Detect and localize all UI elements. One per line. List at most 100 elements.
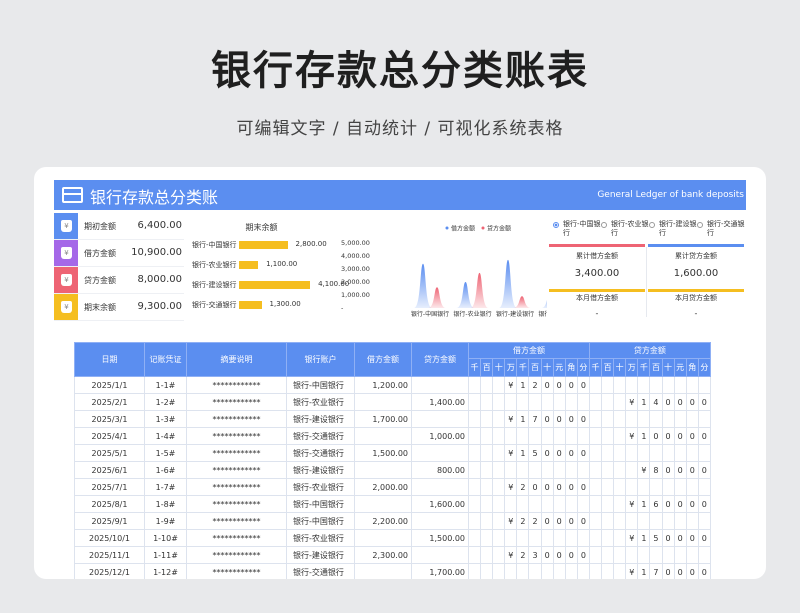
ledger-cell-memo[interactable]: ************ — [186, 444, 287, 462]
ledger-cell-account[interactable]: 银行-中国银行 — [286, 376, 355, 394]
ledger-cell-credit[interactable]: 1,600.00 — [411, 495, 469, 513]
ledger-cell-account[interactable]: 银行-建设银行 — [286, 546, 355, 564]
ledger-cell-account[interactable]: 银行-建设银行 — [286, 461, 355, 479]
ledger-cell-debit[interactable]: 1,500.00 — [354, 444, 412, 462]
digit-cell — [516, 495, 530, 513]
table-row[interactable]: 2025/12/1 1-12# ************ 银行-交通银行 1,700.0… — [74, 563, 711, 579]
ledger-header-cell: 贷方金额 — [411, 342, 469, 377]
ledger-cell-debit[interactable]: 2,300.00 — [354, 546, 412, 564]
ledger-cell-memo[interactable]: ************ — [186, 478, 287, 496]
ledger-cell-debit[interactable] — [354, 563, 412, 579]
ledger-cell-debit[interactable] — [354, 495, 412, 513]
ledger-cell-memo[interactable]: ************ — [186, 512, 287, 530]
ledger-cell-credit[interactable] — [411, 512, 469, 530]
digit-header-cell: 百 — [649, 358, 663, 377]
stats-divider — [646, 247, 647, 317]
digit-cell — [564, 495, 578, 513]
table-row[interactable]: 2025/6/1 1-6# ************ 银行-建设银行 800.00 ¥8 0… — [74, 461, 711, 479]
ledger-cell-date[interactable]: 2025/8/1 — [74, 495, 145, 513]
ledger-cell-credit[interactable]: 800.00 — [411, 461, 469, 479]
ledger-cell-debit[interactable]: 1,700.00 — [354, 410, 412, 428]
ledger-cell-voucher[interactable]: 1-5# — [144, 444, 187, 462]
ledger-cell-credit[interactable]: 1,500.00 — [411, 529, 469, 547]
ledger-cell-voucher[interactable]: 1-11# — [144, 546, 187, 564]
table-row[interactable]: 2025/10/1 1-10# ************ 银行-农业银行 1,500.0… — [74, 529, 711, 547]
digit-cell — [552, 495, 566, 513]
digit-cell — [467, 512, 482, 530]
ledger-cell-date[interactable]: 2025/12/1 — [74, 563, 145, 579]
ledger-cell-date[interactable]: 2025/7/1 — [74, 478, 145, 496]
ledger-cell-credit[interactable] — [411, 546, 469, 564]
ledger-cell-account[interactable]: 银行-交通银行 — [286, 563, 355, 579]
table-row[interactable]: 2025/11/1 1-11# ************ 银行-建设银行 2,300.0… — [74, 546, 711, 564]
table-row[interactable]: 2025/9/1 1-9# ************ 银行-中国银行 2,200.00 ¥… — [74, 512, 711, 530]
ledger-cell-debit[interactable]: 2,000.00 — [354, 478, 412, 496]
ledger-cell-account[interactable]: 银行-建设银行 — [286, 410, 355, 428]
ledger-cell-debit[interactable] — [354, 461, 412, 479]
ledger-cell-debit[interactable]: 2,200.00 — [354, 512, 412, 530]
radio-dot-icon[interactable] — [553, 222, 559, 228]
ledger-cell-credit[interactable] — [411, 444, 469, 462]
ledger-cell-memo[interactable]: ************ — [186, 393, 287, 411]
ledger-cell-memo[interactable]: ************ — [186, 376, 287, 394]
ledger-cell-credit[interactable]: 1,400.00 — [411, 393, 469, 411]
radio-dot-icon[interactable] — [601, 222, 607, 228]
ledger-cell-memo[interactable]: ************ — [186, 546, 287, 564]
ledger-cell-date[interactable]: 2025/5/1 — [74, 444, 145, 462]
ledger-cell-memo[interactable]: ************ — [186, 427, 287, 445]
ledger-cell-voucher[interactable]: 1-3# — [144, 410, 187, 428]
radio-dot-icon[interactable] — [649, 222, 655, 228]
ledger-cell-voucher[interactable]: 1-2# — [144, 393, 187, 411]
ledger-cell-debit[interactable] — [354, 529, 412, 547]
ledger-cell-credit[interactable]: 1,700.00 — [411, 563, 469, 579]
table-row[interactable]: 2025/7/1 1-7# ************ 银行-农业银行 2,000.00 ¥… — [74, 478, 711, 496]
ledger-cell-account[interactable]: 银行-农业银行 — [286, 393, 355, 411]
ledger-cell-debit[interactable]: 1,200.00 — [354, 376, 412, 394]
ledger-cell-memo[interactable]: ************ — [186, 495, 287, 513]
ledger-cell-credit[interactable] — [411, 478, 469, 496]
ledger-cell-credit[interactable]: 1,000.00 — [411, 427, 469, 445]
ledger-cell-voucher[interactable]: 1-10# — [144, 529, 187, 547]
ledger-cell-voucher[interactable]: 1-9# — [144, 512, 187, 530]
ledger-cell-account[interactable]: 银行-交通银行 — [286, 427, 355, 445]
digit-cell — [516, 461, 530, 479]
table-row[interactable]: 2025/8/1 1-8# ************ 银行-中国银行 1,600.00 ¥… — [74, 495, 711, 513]
ledger-cell-account[interactable]: 银行-农业银行 — [286, 529, 355, 547]
table-row[interactable]: 2025/1/1 1-1# ************ 银行-中国银行 1,200.00 ¥… — [74, 376, 711, 394]
ledger-cell-voucher[interactable]: 1-6# — [144, 461, 187, 479]
ledger-cell-credit[interactable] — [411, 410, 469, 428]
ledger-cell-date[interactable]: 2025/10/1 — [74, 529, 145, 547]
ledger-cell-date[interactable]: 2025/2/1 — [74, 393, 145, 411]
ledger-cell-date[interactable]: 2025/1/1 — [74, 376, 145, 394]
ledger-cell-account[interactable]: 银行-中国银行 — [286, 495, 355, 513]
table-row[interactable]: 2025/3/1 1-3# ************ 银行-建设银行 1,700.00 ¥… — [74, 410, 711, 428]
ledger-cell-voucher[interactable]: 1-8# — [144, 495, 187, 513]
ledger-cell-debit[interactable] — [354, 427, 412, 445]
table-row[interactable]: 2025/5/1 1-5# ************ 银行-交通银行 1,500.00 ¥… — [74, 444, 711, 462]
radio-dot-icon[interactable] — [697, 222, 703, 228]
ledger-cell-date[interactable]: 2025/3/1 — [74, 410, 145, 428]
ledger-cell-date[interactable]: 2025/6/1 — [74, 461, 145, 479]
ledger-cell-date[interactable]: 2025/11/1 — [74, 546, 145, 564]
ledger-cell-memo[interactable]: ************ — [186, 563, 287, 579]
ledger-cell-account[interactable]: 银行-中国银行 — [286, 512, 355, 530]
ledger-cell-voucher[interactable]: 1-4# — [144, 427, 187, 445]
ledger-cell-memo[interactable]: ************ — [186, 529, 287, 547]
table-row[interactable]: 2025/2/1 1-2# ************ 银行-农业银行 1,400.00 ¥… — [74, 393, 711, 411]
digit-cell: ¥ — [504, 376, 518, 394]
ledger-cell-memo[interactable]: ************ — [186, 461, 287, 479]
ledger-cell-account[interactable]: 银行-交通银行 — [286, 444, 355, 462]
ledger-cell-voucher[interactable]: 1-12# — [144, 563, 187, 579]
ledger-cell-date[interactable]: 2025/4/1 — [74, 427, 145, 445]
ledger-cell-voucher[interactable]: 1-1# — [144, 376, 187, 394]
ledger-cell-credit[interactable] — [411, 376, 469, 394]
digit-cell — [588, 563, 603, 579]
ledger-cell-account[interactable]: 银行-农业银行 — [286, 478, 355, 496]
digit-cell — [613, 495, 627, 513]
digit-cell — [564, 529, 578, 547]
ledger-cell-date[interactable]: 2025/9/1 — [74, 512, 145, 530]
table-row[interactable]: 2025/4/1 1-4# ************ 银行-交通银行 1,000.00 ¥… — [74, 427, 711, 445]
ledger-cell-memo[interactable]: ************ — [186, 410, 287, 428]
ledger-cell-voucher[interactable]: 1-7# — [144, 478, 187, 496]
ledger-cell-debit[interactable] — [354, 393, 412, 411]
